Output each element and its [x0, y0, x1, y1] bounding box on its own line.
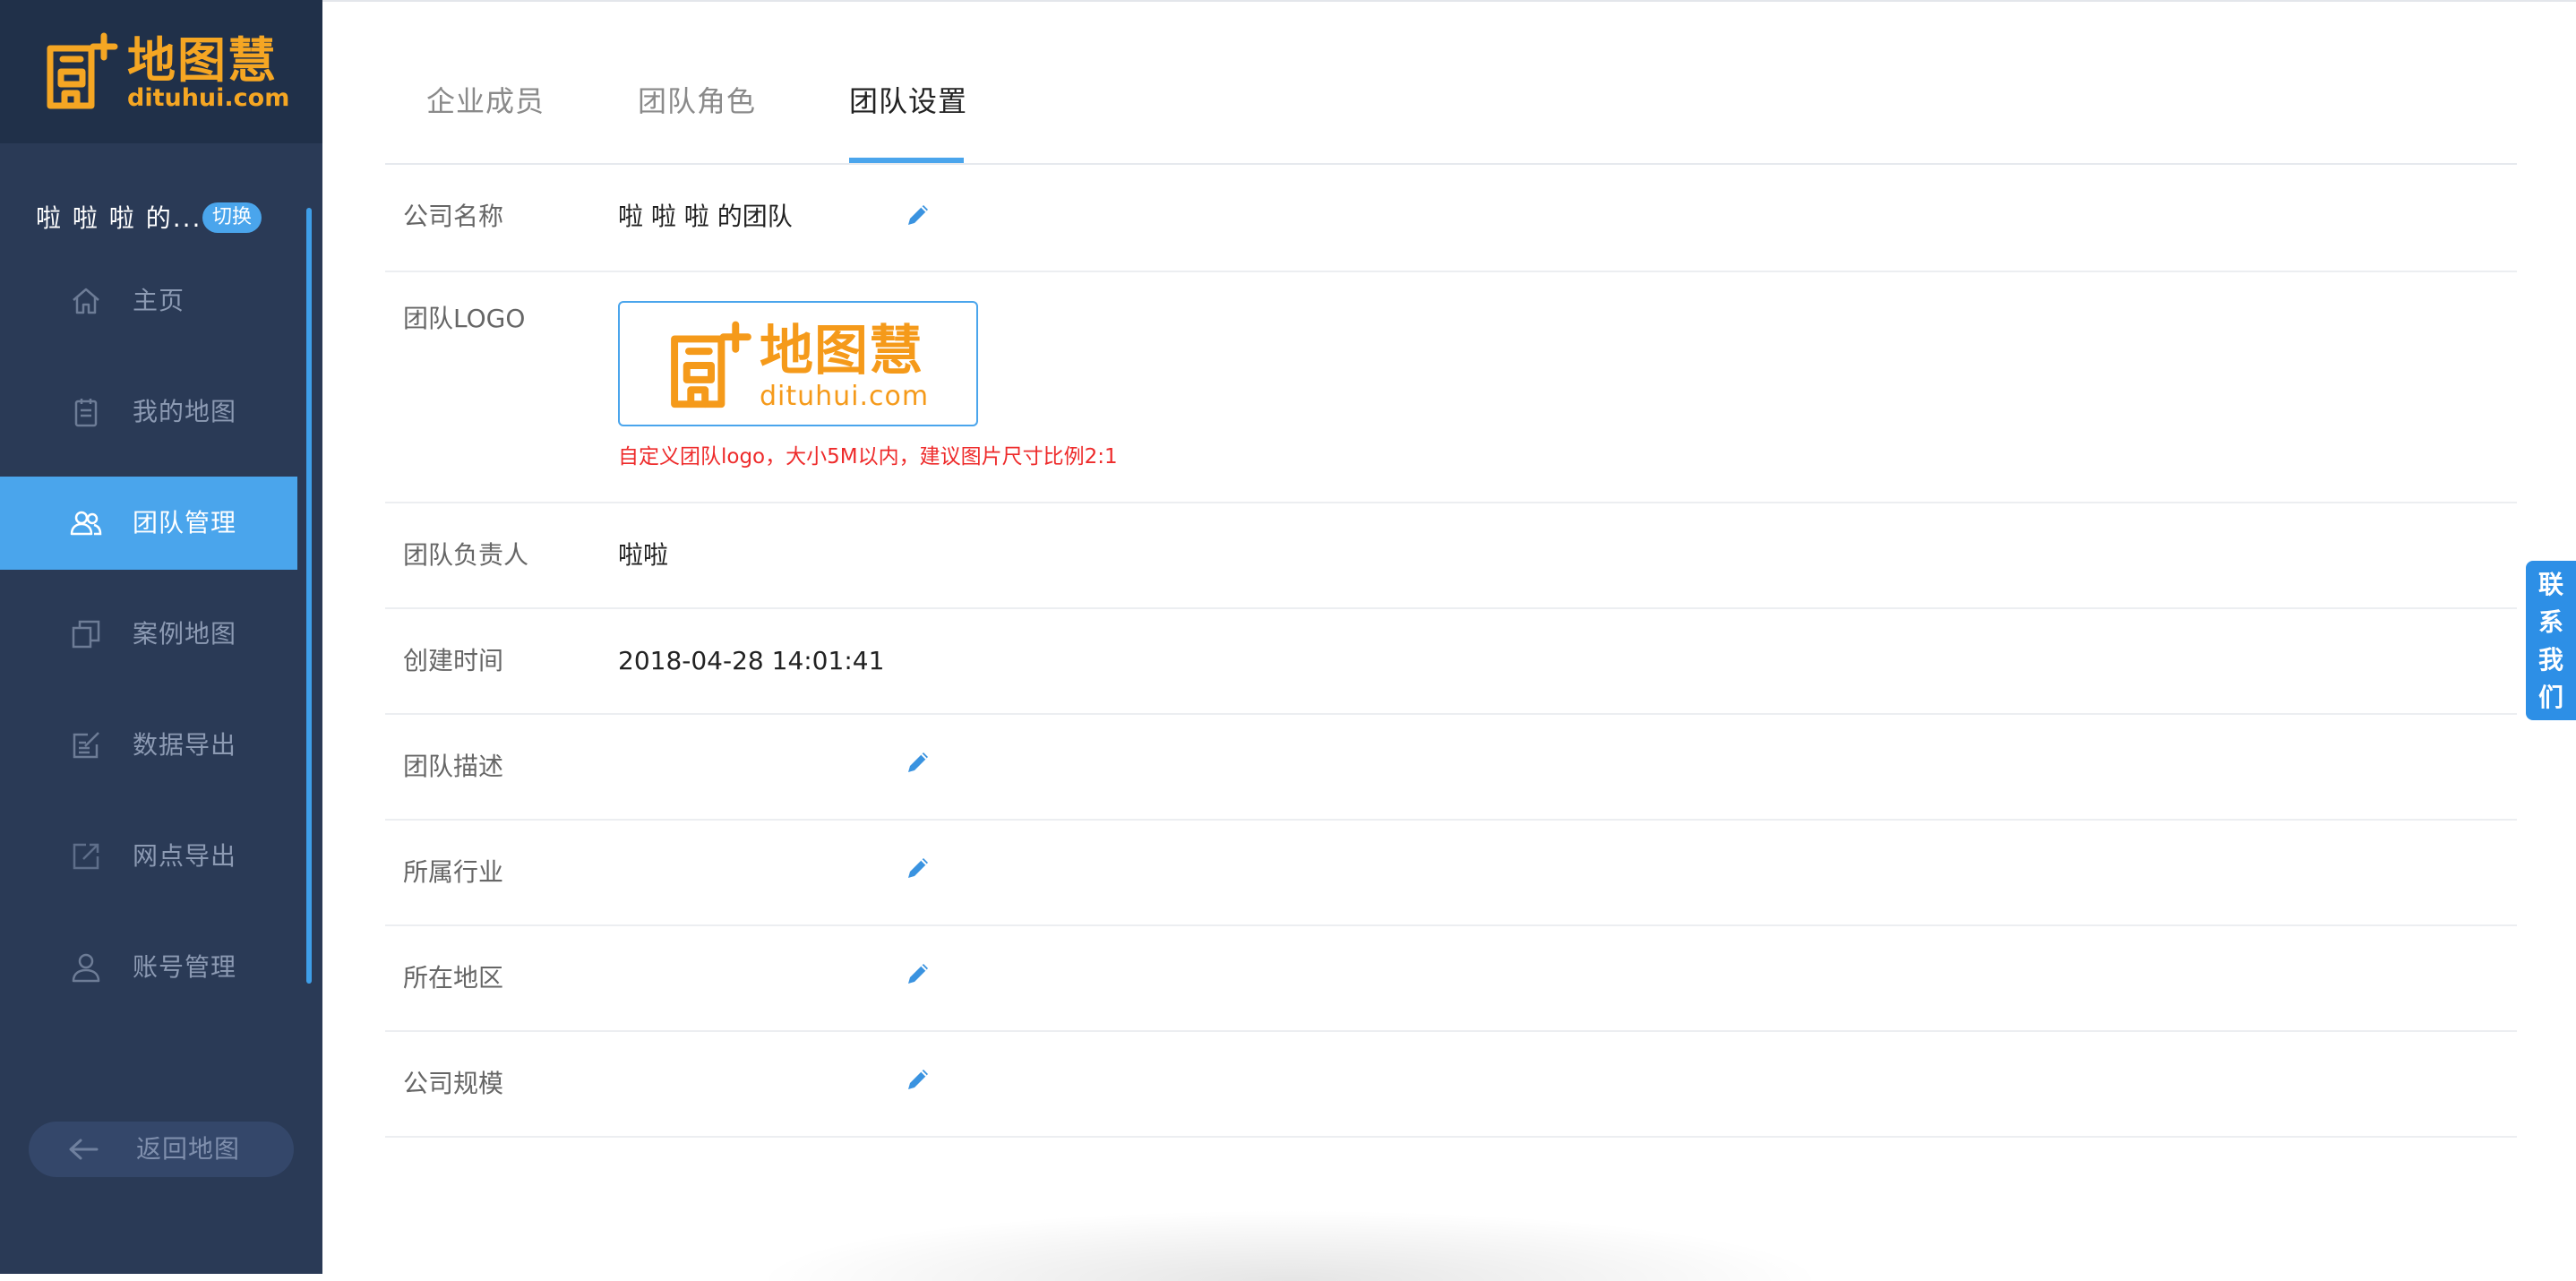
team-logo-upload[interactable]: 地图慧 dituhui.com: [618, 301, 978, 426]
field-label: 团队LOGO: [403, 304, 526, 333]
sidebar-item-label: 我的地图: [133, 397, 237, 426]
edit-region-pencil-icon[interactable]: [903, 959, 933, 989]
bottom-shadow: [752, 1209, 1827, 1281]
team-owner-value: 啦啦: [618, 540, 669, 570]
contact-us-button[interactable]: 联 系 我 们: [2526, 561, 2576, 720]
contact-char: 我: [2537, 645, 2563, 675]
contact-char: 们: [2537, 683, 2563, 712]
team-logo-text-en: dituhui.com: [760, 381, 930, 412]
sidebar: 地图慧 dituhui.com 啦 啦 啦 的... 切换 主页 我的地图 团队…: [0, 0, 322, 1274]
contact-char: 联: [2537, 570, 2563, 599]
share-icon: [73, 843, 99, 870]
edit-description-pencil-icon[interactable]: [903, 747, 933, 778]
field-label: 公司名称: [403, 202, 504, 231]
contact-char: 系: [2537, 607, 2563, 637]
row-team-description: 团队描述: [385, 715, 2517, 821]
brand-name-cn: 地图慧: [127, 32, 278, 89]
field-label: 所属行业: [403, 857, 504, 887]
sidebar-item-case-maps[interactable]: 案例地图: [0, 588, 297, 681]
field-label: 公司规模: [403, 1069, 504, 1098]
sidebar-item-label: 案例地图: [133, 619, 237, 649]
edit-company-name-pencil-icon[interactable]: [903, 200, 933, 230]
back-to-map-label: 返回地图: [136, 1134, 241, 1164]
users-icon: [70, 511, 102, 536]
row-created-time: 创建时间 2018-04-28 14:01:41: [385, 609, 2517, 715]
back-to-map-button[interactable]: 返回地图: [29, 1122, 294, 1177]
team-logo-text-cn: 地图慧: [760, 320, 923, 383]
tab-settings[interactable]: 团队设置: [849, 79, 967, 124]
tab-members[interactable]: 企业成员: [426, 79, 545, 124]
sidebar-item-home[interactable]: 主页: [0, 254, 297, 348]
row-region: 所在地区: [385, 926, 2517, 1032]
field-label: 团队负责人: [403, 540, 529, 570]
clipboard-icon: [74, 399, 98, 427]
dituhui-logo-icon: [47, 32, 118, 109]
sidebar-item-outlet-export[interactable]: 网点导出: [0, 810, 297, 903]
field-label: 创建时间: [403, 646, 504, 675]
user-icon: [72, 953, 100, 983]
brand-name-en: dituhui.com: [127, 84, 290, 112]
current-team-name: 啦 啦 啦 的...: [36, 203, 202, 233]
row-team-owner: 团队负责人 啦啦: [385, 503, 2517, 609]
row-company-scale: 公司规模: [385, 1032, 2517, 1138]
arrow-left-icon: [69, 1139, 99, 1160]
row-industry: 所属行业: [385, 821, 2517, 926]
sidebar-item-data-export[interactable]: 数据导出: [0, 699, 297, 792]
sidebar-item-team-management[interactable]: 团队管理: [0, 477, 297, 570]
tab-roles[interactable]: 团队角色: [638, 79, 756, 124]
logo-upload-hint: 自定义团队logo，大小5M以内，建议图片尺寸比例2:1: [618, 445, 1118, 469]
sidebar-item-my-maps[interactable]: 我的地图: [0, 365, 297, 459]
export-icon: [73, 732, 99, 759]
sidebar-item-label: 网点导出: [133, 841, 237, 871]
field-label: 团队描述: [403, 752, 504, 781]
copy-icon: [72, 620, 100, 649]
sidebar-item-label: 账号管理: [133, 952, 237, 982]
switch-team-button[interactable]: 切换: [202, 202, 262, 233]
home-icon: [73, 288, 99, 314]
created-time-value: 2018-04-28 14:01:41: [618, 646, 885, 675]
sidebar-item-label: 主页: [133, 286, 185, 315]
row-team-logo: 团队LOGO 地图慧 dituhui.com 自定义团队logo，大小5M以内，…: [385, 272, 2517, 503]
edit-industry-pencil-icon[interactable]: [903, 853, 933, 883]
field-label: 所在地区: [403, 963, 504, 993]
sidebar-scrollbar[interactable]: [306, 208, 312, 984]
edit-scale-pencil-icon[interactable]: [903, 1064, 933, 1095]
top-border: [322, 0, 2576, 2]
sidebar-item-label: 数据导出: [133, 730, 237, 760]
row-company-name: 公司名称 啦 啦 啦 的团队: [385, 165, 2517, 272]
dituhui-logo-icon: [671, 321, 751, 408]
sidebar-item-label: 团队管理: [133, 508, 237, 537]
sidebar-item-account[interactable]: 账号管理: [0, 921, 297, 1014]
brand-logo[interactable]: 地图慧 dituhui.com: [0, 0, 322, 143]
row-divider: [385, 1136, 2517, 1138]
company-name-value: 啦 啦 啦 的团队: [618, 202, 793, 231]
